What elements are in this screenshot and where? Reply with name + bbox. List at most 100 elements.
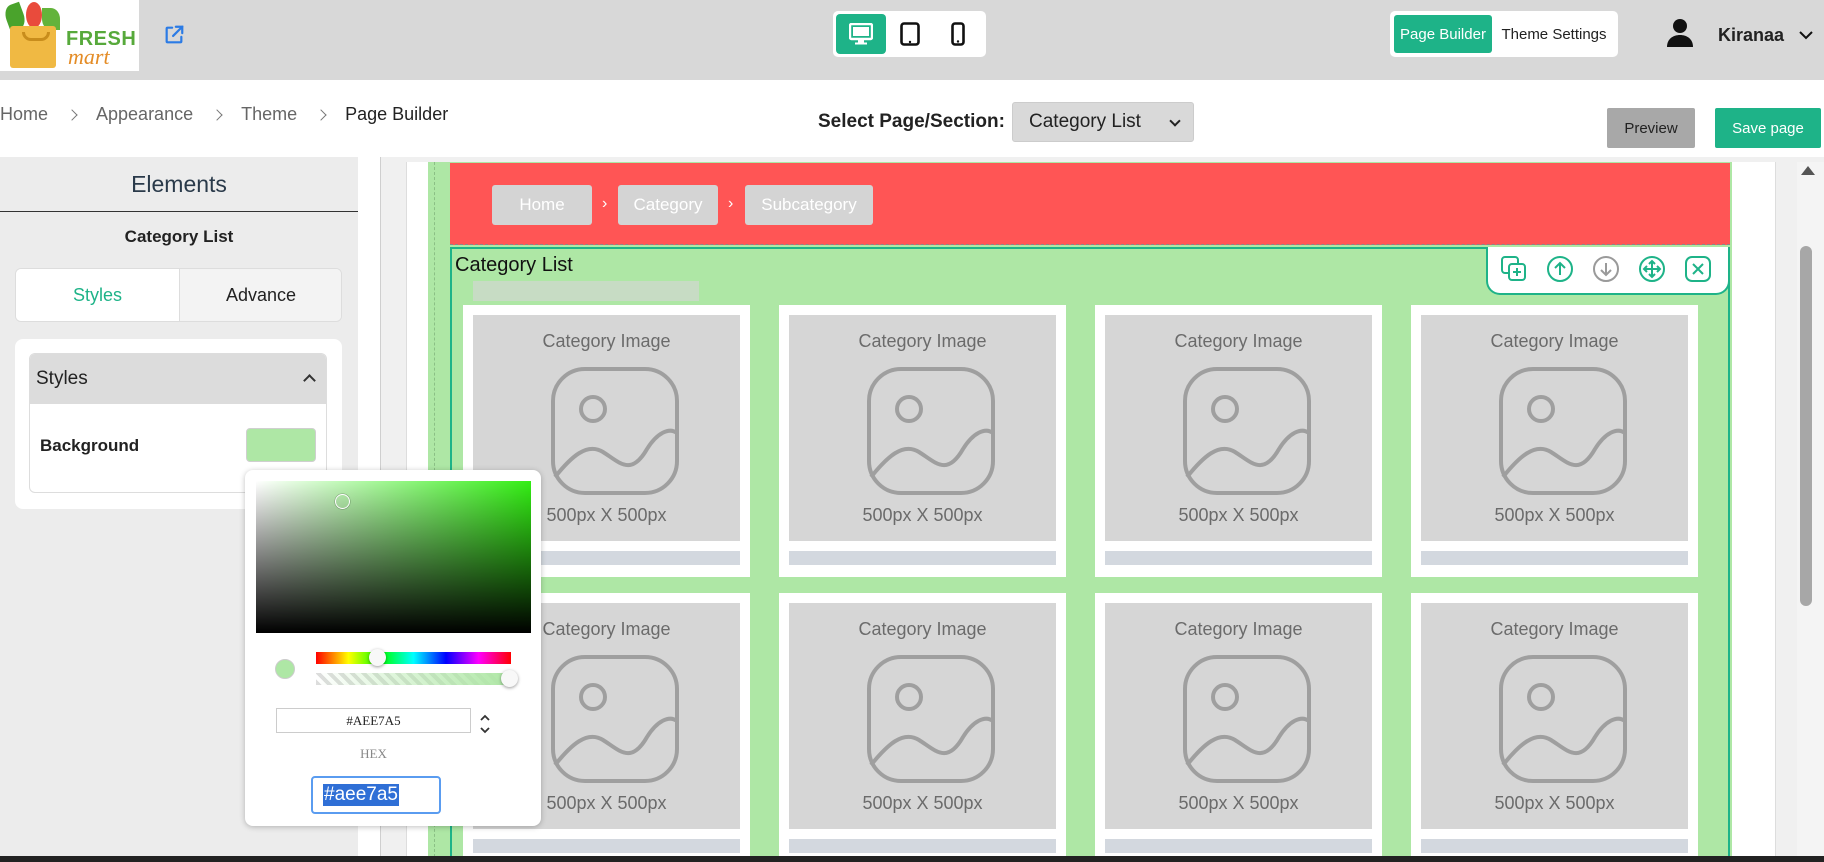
styles-accordion-header[interactable]: Styles [30, 354, 326, 404]
page-section-select[interactable]: Category List [1012, 102, 1194, 142]
tab-advance[interactable]: Advance [179, 269, 341, 321]
page-builder-tab[interactable]: Page Builder [1394, 15, 1492, 53]
top-bar: FRESH mart Page Builder Theme Settings K… [0, 0, 1824, 80]
chip-home[interactable]: Home [492, 185, 592, 225]
category-name-placeholder [789, 551, 1056, 565]
chevron-down-icon[interactable] [1798, 27, 1814, 43]
image-placeholder-icon [1499, 367, 1627, 495]
category-image-label: Category Image [1174, 331, 1303, 351]
page-select-value: Category List [1029, 111, 1141, 132]
category-image-label: Category Image [1174, 619, 1303, 639]
logo-text-mart: mart [68, 44, 110, 69]
close-icon[interactable] [1684, 255, 1712, 283]
theme-settings-tab[interactable]: Theme Settings [1494, 15, 1614, 53]
category-image-placeholder: Category Image 500px X 500px [1105, 603, 1372, 829]
image-placeholder-icon [867, 367, 995, 495]
image-placeholder-icon [551, 367, 679, 495]
image-placeholder-icon [1183, 655, 1311, 783]
desktop-view-button[interactable] [836, 14, 886, 54]
category-image-placeholder: Category Image 500px X 500px [789, 603, 1056, 829]
category-image-label: Category Image [542, 331, 671, 351]
image-placeholder-icon [1499, 655, 1627, 783]
image-placeholder-icon [867, 655, 995, 783]
breadcrumb-appearance[interactable]: Appearance [96, 104, 193, 125]
category-image-placeholder: Category Image 500px X 500px [1421, 315, 1688, 541]
logo-fruit [26, 2, 42, 28]
breadcrumb-theme[interactable]: Theme [241, 104, 297, 125]
chevron-up-icon [303, 374, 316, 387]
user-avatar-icon[interactable] [1666, 18, 1694, 48]
category-image-size: 500px X 500px [1178, 793, 1299, 813]
category-card[interactable]: Category Image 500px X 500px [1095, 305, 1382, 577]
alpha-slider[interactable] [316, 673, 511, 685]
category-card[interactable]: Category Image 500px X 500px [779, 305, 1066, 577]
category-card[interactable]: Category Image 500px X 500px [1095, 593, 1382, 862]
logo-bag-icon [10, 26, 56, 68]
category-card[interactable]: Category Image 500px X 500px [1411, 305, 1698, 577]
chip-separator: › [728, 195, 734, 212]
category-image-label: Category Image [1490, 331, 1619, 351]
duplicate-icon[interactable] [1500, 255, 1528, 283]
category-image-size: 500px X 500px [862, 505, 983, 525]
category-image-size: 500px X 500px [862, 793, 983, 813]
hue-slider[interactable] [316, 652, 511, 664]
category-name-placeholder [1421, 839, 1688, 853]
current-color-preview [275, 659, 295, 679]
section-toolbar [1486, 247, 1730, 295]
chip-subcategory[interactable]: Subcategory [745, 185, 873, 225]
tablet-view-button[interactable] [885, 14, 935, 54]
chip-separator: › [602, 195, 608, 212]
scrollbar-thumb[interactable] [1800, 246, 1812, 606]
hex-format-label: HEX [360, 746, 387, 761]
category-image-size: 500px X 500px [1494, 793, 1615, 813]
user-name[interactable]: Kiranaa [1718, 25, 1784, 46]
panel-tabs: Styles Advance [15, 268, 342, 322]
move-up-icon[interactable] [1546, 255, 1574, 283]
category-image-label: Category Image [858, 619, 987, 639]
panel-subtitle: Category List [124, 227, 234, 246]
hue-slider-handle[interactable] [369, 649, 386, 666]
category-image-placeholder: Category Image 500px X 500px [789, 315, 1056, 541]
accordion-title: Styles [36, 368, 88, 389]
breadcrumb-section[interactable]: Home › Category › Subcategory [450, 163, 1730, 245]
tab-styles[interactable]: Styles [16, 269, 179, 321]
breadcrumb-current: Page Builder [345, 104, 449, 124]
breadcrumb: Home Appearance Theme Page Builder [0, 104, 448, 125]
chevron-right-icon [211, 108, 223, 121]
alpha-slider-handle[interactable] [501, 670, 518, 687]
bottom-edge [0, 856, 1824, 862]
breadcrumb-home[interactable]: Home [0, 104, 48, 125]
image-placeholder-icon [1183, 367, 1311, 495]
category-name-placeholder [1105, 839, 1372, 853]
desktop-icon [849, 23, 873, 45]
hex-edit-input[interactable]: #aee7a5 [311, 776, 441, 814]
panel-divider [0, 211, 358, 212]
move-down-icon[interactable] [1592, 255, 1620, 283]
category-name-placeholder [473, 839, 740, 853]
chevron-right-icon [66, 108, 78, 121]
category-name-placeholder [1421, 551, 1688, 565]
mobile-icon [951, 22, 965, 46]
format-toggle-icon[interactable] [478, 710, 492, 738]
drag-move-icon[interactable] [1638, 255, 1666, 283]
save-page-button[interactable]: Save page [1715, 108, 1821, 148]
category-name-placeholder [789, 839, 1056, 853]
category-image-label: Category Image [858, 331, 987, 351]
category-card[interactable]: Category Image 500px X 500px [779, 593, 1066, 862]
color-picker-popup: #AEE7A5 HEX #aee7a5 [245, 470, 541, 826]
mobile-view-button[interactable] [933, 14, 983, 54]
saturation-handle[interactable] [335, 494, 350, 509]
saturation-area[interactable] [256, 481, 531, 633]
external-link-icon[interactable] [163, 24, 185, 46]
background-color-swatch[interactable] [246, 428, 316, 462]
fresh-mart-logo[interactable]: FRESH mart [0, 0, 139, 71]
scroll-up-arrow-icon[interactable] [1801, 166, 1815, 175]
chevron-right-icon [315, 108, 327, 121]
preview-button[interactable]: Preview [1607, 108, 1695, 148]
category-image-placeholder: Category Image 500px X 500px [1105, 315, 1372, 541]
chip-category[interactable]: Category [618, 185, 718, 225]
panel-title: Elements [131, 171, 227, 197]
category-card[interactable]: Category Image 500px X 500px [1411, 593, 1698, 862]
hex-input-field[interactable]: #AEE7A5 [276, 708, 471, 733]
category-image-size: 500px X 500px [1178, 505, 1299, 525]
